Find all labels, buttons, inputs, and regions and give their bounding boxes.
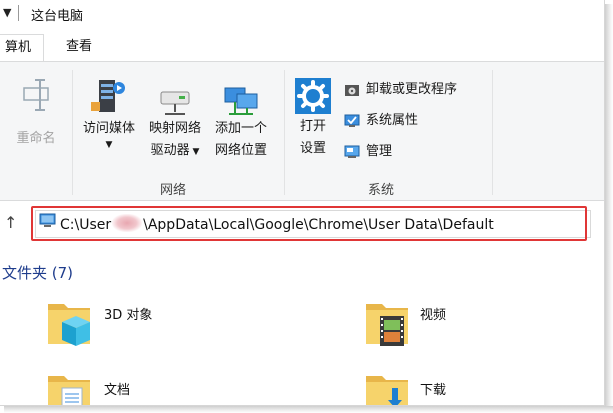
folder-name: 3D 对象 — [104, 308, 153, 323]
ribbon-panel: 重命名 访问媒体 ▼ 映射网络 驱动器 ▼ 添加一个 网络位置 网络 打开 设置… — [0, 61, 604, 201]
folder-name: 视频 — [420, 308, 447, 323]
map-drive-dropdown-icon: ▼ — [189, 147, 200, 157]
map-drive-label-line1: 映射网络 — [148, 121, 201, 136]
rename-icon — [23, 79, 49, 111]
media-server-icon — [91, 80, 125, 112]
manage-label: 管理 — [366, 144, 393, 159]
network-drive-icon — [160, 91, 190, 115]
uninstall-icon — [345, 85, 359, 96]
quick-access-dropdown-icon[interactable]: ▼ — [3, 6, 11, 19]
folder-item[interactable] — [44, 296, 96, 354]
redacted-username — [112, 214, 143, 232]
settings-gear-icon — [295, 78, 331, 114]
map-network-drive-button[interactable]: 映射网络 驱动器 ▼ — [142, 88, 208, 163]
folder-name: 文档 — [104, 383, 131, 398]
system-group-label: 系统 — [368, 183, 395, 198]
address-path-suffix: \AppData\Local\Google\Chrome\User Data\D… — [143, 217, 494, 233]
group-separator — [284, 70, 285, 195]
rename-button[interactable]: 重命名 — [8, 78, 64, 150]
3d-objects-folder-icon — [48, 304, 90, 346]
folder-item[interactable] — [362, 296, 414, 354]
computer-manage-icon — [344, 145, 360, 158]
title-separator — [18, 5, 19, 21]
map-drive-label-line2: 驱动器 — [150, 143, 190, 158]
open-settings-label-line2: 设置 — [299, 141, 326, 156]
access-media-dropdown-icon: ▼ — [105, 140, 113, 150]
window-title: 这台电脑 — [31, 9, 84, 24]
open-settings-label-line1: 打开 — [299, 119, 326, 134]
network-group-label: 网络 — [160, 183, 187, 198]
address-path[interactable]: C:\User \AppData\Local\Google\Chrome\User… — [60, 214, 494, 233]
up-arrow-icon[interactable]: ↑ — [4, 213, 17, 232]
computer-icon — [39, 213, 56, 227]
tab-computer[interactable]: 算机 — [0, 34, 44, 62]
add-network-location-button[interactable]: 添加一个 网络位置 — [208, 82, 274, 162]
videos-folder-icon — [366, 304, 408, 346]
folder-name: 下载 — [420, 383, 447, 398]
group-separator — [72, 70, 73, 195]
uninstall-label: 卸载或更改程序 — [366, 82, 458, 97]
access-media-label: 访问媒体 — [82, 121, 135, 136]
system-properties-label: 系统属性 — [366, 113, 419, 128]
folders-section-title[interactable]: 文件夹 (7) — [2, 262, 73, 283]
address-path-prefix: C:\User — [60, 217, 112, 233]
add-location-label-line2: 网络位置 — [214, 143, 267, 158]
open-settings-button[interactable]: 打开 设置 — [290, 76, 336, 160]
system-properties-icon — [344, 114, 360, 127]
group-separator — [492, 70, 493, 195]
downloads-folder-icon — [366, 376, 408, 405]
add-location-label-line1: 添加一个 — [214, 121, 267, 136]
ribbon-tabs: 算机 查看 — [0, 34, 604, 62]
access-media-button[interactable]: 访问媒体 ▼ — [76, 74, 142, 150]
window-shadow-bottom — [4, 406, 613, 413]
folder-item[interactable] — [362, 372, 414, 405]
title-bar: ▼ 这台电脑 — [0, 0, 604, 28]
tab-view[interactable]: 查看 — [56, 34, 102, 62]
documents-folder-icon — [48, 376, 90, 405]
explorer-window: ▼ 这台电脑 算机 查看 重命名 访问媒体 ▼ 映射网络 驱动器 ▼ 添加一个 … — [0, 0, 605, 406]
network-location-icon — [224, 87, 258, 115]
window-shadow-right — [605, 4, 613, 413]
folder-item[interactable] — [44, 372, 96, 405]
rename-label: 重命名 — [16, 131, 56, 146]
